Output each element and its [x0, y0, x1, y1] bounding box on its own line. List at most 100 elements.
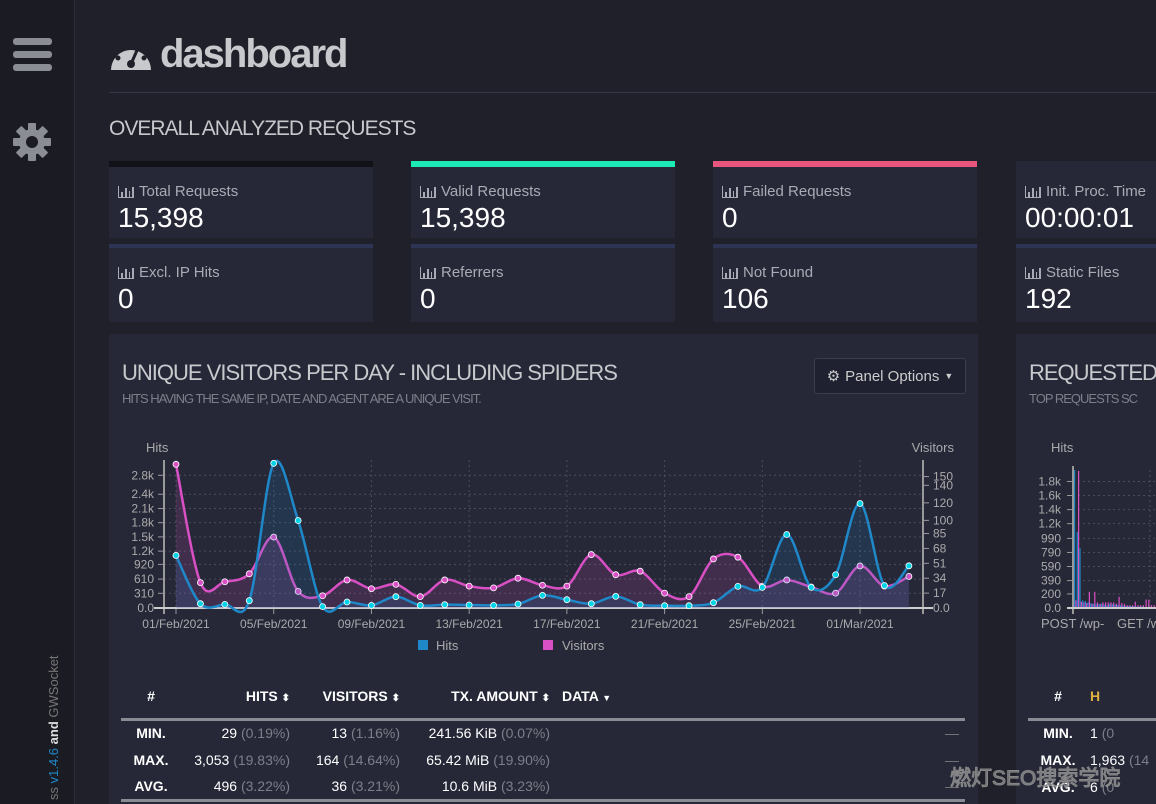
sidebar: ss v1.4.6 and GWSocket	[0, 0, 75, 804]
visitors-point	[514, 574, 522, 582]
visitors-bar	[1078, 470, 1080, 608]
y-tick-label-right: 34	[933, 571, 947, 585]
x-tick-label: 01/Mar/2021	[826, 617, 894, 631]
col-tx-amount[interactable]: TX. AMOUNT ⬍	[406, 675, 556, 721]
watermark: 燃灯SEO搜索学院	[949, 767, 1121, 791]
visitors-point	[734, 553, 742, 561]
y-tick-label-left: 2.8k	[131, 468, 155, 482]
y-tick-label-right: 120	[933, 496, 953, 510]
col-visitors[interactable]: VISITORS ⬍	[296, 675, 406, 721]
requests-chart: Hits 0.02003905907909901.2k1.4k1.6k1.8k PO…	[1038, 440, 1156, 631]
col-visitors-label: VISITORS	[322, 688, 388, 705]
x-tick-label: 01/Feb/2021	[142, 617, 210, 631]
page-title: dashboard	[108, 32, 348, 77]
stat-label: Failed Requests	[743, 183, 852, 200]
hits-point	[856, 500, 864, 507]
col-hits[interactable]: H	[1088, 675, 1156, 721]
table-row[interactable]: MIN. 29 (0.19%) 13 (1.16%) 241.56 KiB (0…	[121, 719, 965, 746]
gwsocket-link[interactable]: GWSocket	[46, 655, 61, 717]
hits-point	[245, 597, 253, 605]
hits-pct: (19.83%)	[233, 751, 290, 768]
row-key: MAX.	[133, 751, 169, 768]
hits-value: 1	[1090, 725, 1098, 742]
bar-chart-icon	[420, 266, 436, 279]
hits-bar	[1079, 548, 1081, 608]
visitors-point	[221, 578, 229, 586]
footer-prefix: ss	[46, 787, 61, 800]
visitors-value: 164	[315, 751, 340, 768]
panel-options-button[interactable]: ⚙ Panel Options ▼	[814, 358, 966, 394]
y-tick-label-left: 1.5k	[131, 530, 155, 544]
requests-panel-subtitle: TOP REQUESTS SC	[1029, 391, 1138, 406]
hits-point	[587, 600, 595, 608]
row-key: AVG.	[134, 777, 168, 794]
visitors-bar	[1148, 599, 1150, 608]
bar-chart-icon	[420, 185, 436, 198]
table-row[interactable]: AVG. 496 (3.22%) 36 (3.21%) 10.6 MiB (3.…	[121, 773, 965, 800]
legend-label-hits: Hits	[436, 638, 459, 653]
col-hits[interactable]: HITS ⬍	[181, 675, 296, 721]
menu-icon[interactable]	[13, 38, 52, 72]
stat-card: Not Found 106	[713, 244, 977, 322]
col-hits-label: HITS	[245, 688, 278, 705]
table-row[interactable]: MAX. 3,053 (19.83%) 164 (14.64%) 65.42 M…	[121, 746, 965, 773]
visitors-point	[490, 584, 497, 592]
hits-point	[441, 601, 449, 609]
visitors-bar	[1075, 600, 1077, 608]
visitors-point	[197, 579, 204, 586]
hits-point	[172, 552, 180, 559]
hits-pct: (0.19%)	[240, 725, 290, 742]
y-tick-label: 590	[1041, 560, 1061, 574]
dashboard-icon	[111, 41, 151, 70]
y-tick-label: 390	[1041, 574, 1061, 588]
y-tick-label-right: 0.0	[933, 601, 950, 615]
y-tick-label: 1.8k	[1038, 474, 1062, 488]
hits-point	[685, 602, 693, 610]
y-tick-label-left: 310	[134, 586, 154, 600]
sort-icon: ⬍	[391, 693, 400, 705]
table-row[interactable]: MIN. 1 (0	[1028, 719, 1156, 746]
hits-value: 496	[213, 777, 238, 794]
visitors-value: 36	[331, 777, 348, 794]
visitors-point	[441, 576, 449, 584]
y-axis-right-label: Visitors	[912, 440, 955, 455]
panel-options-label: Panel Options	[845, 367, 940, 385]
tx-pct: (3.23%)	[500, 777, 550, 794]
gear-icon[interactable]	[12, 122, 52, 162]
col-data-label: DATA	[562, 688, 599, 705]
visitors-value: 13	[331, 725, 348, 742]
y-tick-label-left: 1.2k	[131, 544, 155, 558]
hits-point	[465, 601, 473, 609]
hits-point	[319, 603, 326, 611]
hits-point	[612, 592, 620, 600]
divider	[109, 92, 1156, 93]
y-tick-label-left: 0.0	[137, 601, 154, 615]
hits-bar	[1074, 470, 1076, 608]
x-tick-label: 17/Feb/2021	[533, 617, 601, 631]
hits-pct: (14	[1128, 751, 1150, 768]
visitors-panel-title: UNIQUE VISITORS PER DAY - INCLUDING SPID…	[122, 360, 618, 385]
y-tick-label-right: 85	[933, 527, 947, 541]
sort-desc-icon: ▼	[602, 693, 612, 704]
hits-point	[661, 602, 668, 610]
row-key: MIN.	[136, 725, 166, 742]
y-tick-label-left: 610	[134, 572, 154, 586]
col-tx-label: TX. AMOUNT	[451, 688, 538, 705]
stat-label: Not Found	[743, 264, 814, 281]
hits-point	[881, 582, 888, 589]
title-text: dashboard	[160, 32, 348, 76]
visitors-pct: (3.21%)	[350, 777, 400, 794]
y-tick-label: 0.0	[1044, 601, 1061, 615]
version-link[interactable]: v1.4.6	[46, 748, 61, 783]
stat-card: Valid Requests 15,398	[411, 161, 675, 238]
hits-point	[832, 571, 840, 579]
visitors-table: # HITS ⬍ VISITORS ⬍ TX. AMOUNT ⬍ DATA ▼ …	[121, 675, 965, 802]
legend-swatch-hits	[418, 640, 428, 650]
stat-value: 0	[118, 283, 134, 314]
hits-point	[368, 601, 375, 609]
visitors-bar	[1145, 599, 1147, 608]
hits-pct: (3.22%)	[240, 777, 290, 794]
col-data[interactable]: DATA ▼	[556, 675, 965, 721]
hits-point	[539, 591, 546, 599]
visitors-point	[710, 555, 717, 563]
